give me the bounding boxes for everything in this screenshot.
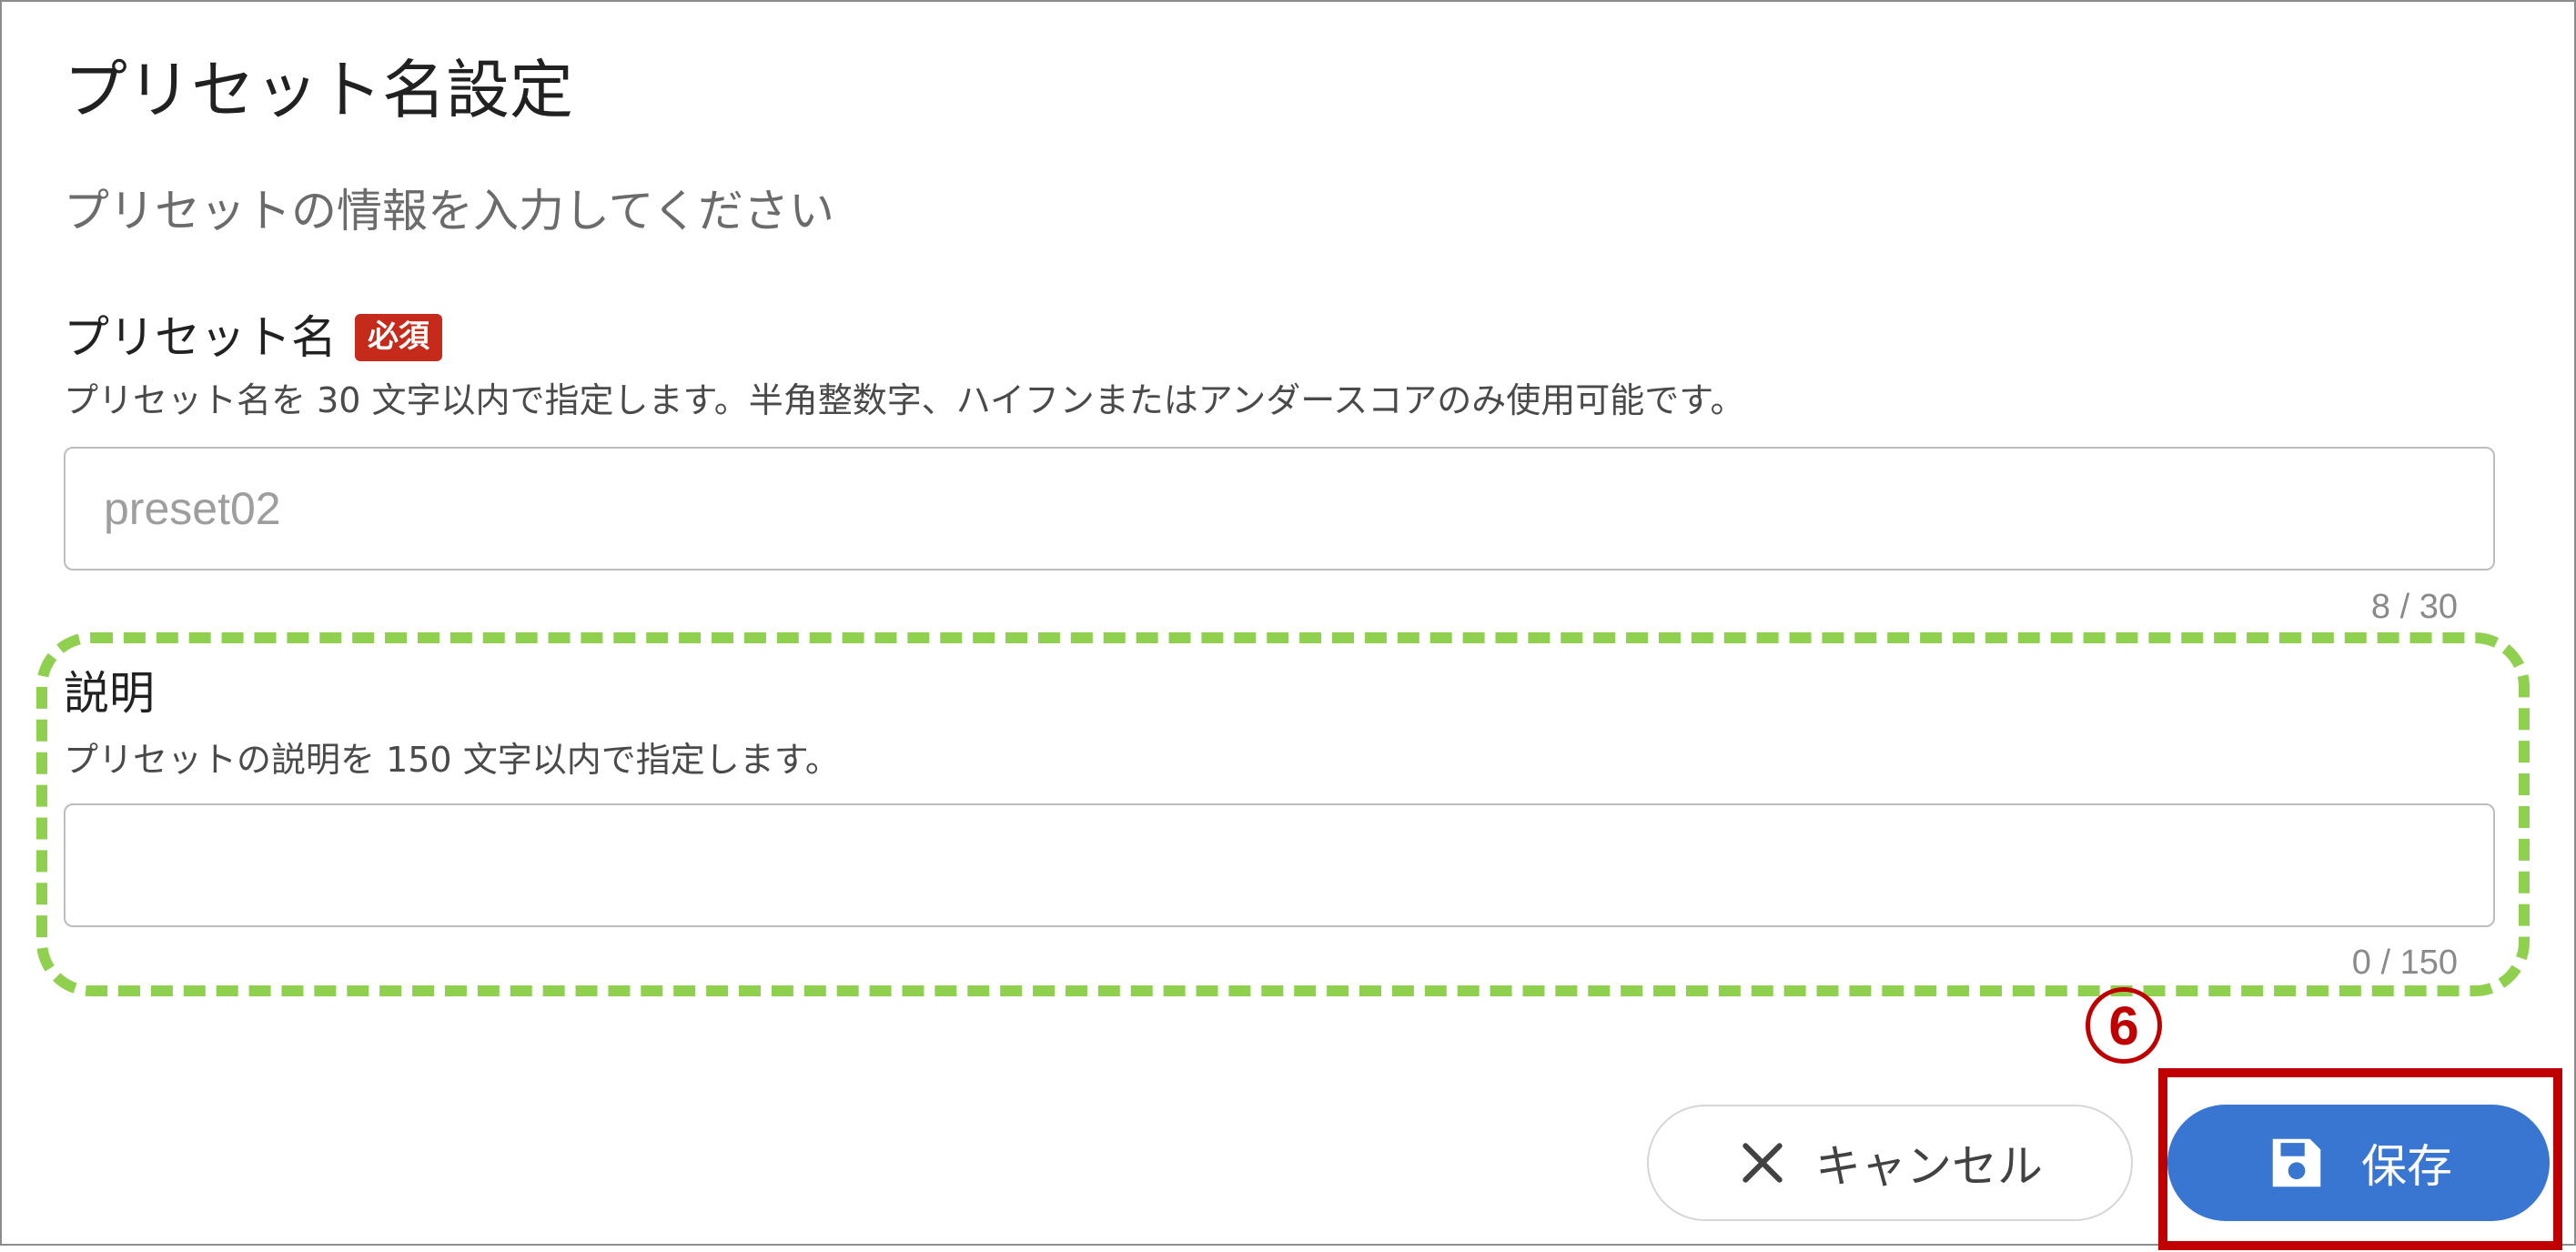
close-icon bbox=[1743, 1143, 1783, 1183]
floppy-disk-icon bbox=[2272, 1138, 2321, 1187]
preset-name-label-row: プリセット名 必須 bbox=[64, 308, 442, 368]
dialog-title: プリセット名設定 bbox=[64, 53, 573, 127]
cancel-button[interactable]: キャンセル bbox=[1647, 1105, 2133, 1221]
required-badge: 必須 bbox=[355, 314, 442, 361]
preset-settings-dialog: プリセット名設定 プリセットの情報を入力してください プリセット名 必須 プリセ… bbox=[0, 0, 2576, 1246]
preset-name-value: preset02 bbox=[104, 483, 281, 534]
preset-name-counter: 8 / 30 bbox=[2370, 588, 2458, 626]
preset-name-input[interactable]: preset02 bbox=[64, 447, 2495, 570]
save-button-label: 保存 bbox=[2361, 1140, 2452, 1193]
step-number-badge: 6 bbox=[2086, 987, 2162, 1064]
cancel-button-label: キャンセル bbox=[1815, 1140, 2043, 1193]
description-highlight-frame bbox=[36, 632, 2530, 996]
preset-name-label: プリセット名 bbox=[64, 311, 337, 364]
dialog-subtitle: プリセットの情報を入力してください bbox=[64, 185, 834, 237]
save-button[interactable]: 保存 bbox=[2167, 1105, 2550, 1221]
preset-name-help: プリセット名を 30 文字以内で指定します。半角整数字、ハイフンまたはアンダース… bbox=[64, 380, 1745, 420]
